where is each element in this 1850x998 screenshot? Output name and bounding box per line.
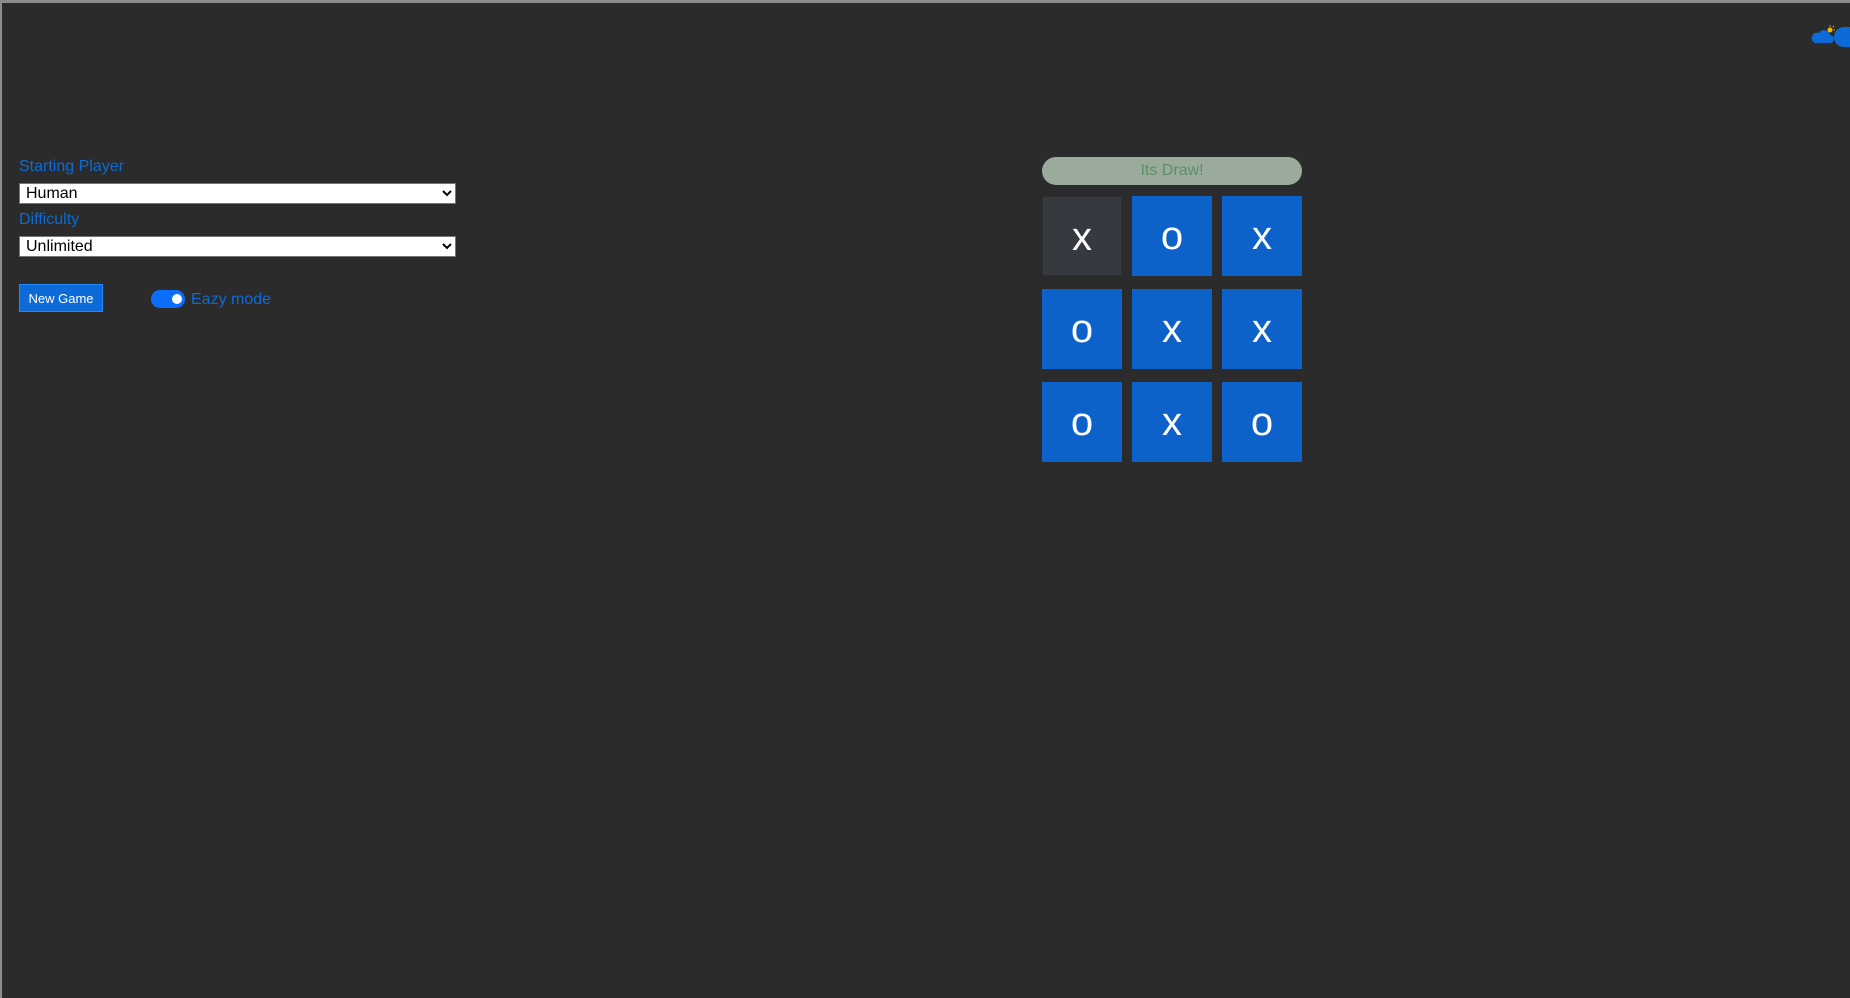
board-cell-0-0[interactable]: x [1042, 196, 1122, 276]
board-cell-2-1[interactable]: x [1132, 382, 1212, 462]
settings-panel: Starting Player Human Difficulty Unlimit… [19, 157, 456, 314]
new-game-button[interactable]: New Game [19, 284, 103, 312]
board-cell-1-2[interactable]: x [1222, 289, 1302, 369]
app-window: Starting Player Human Difficulty Unlimit… [0, 0, 1850, 998]
theme-toggle[interactable] [1810, 25, 1850, 47]
board-cell-1-0[interactable]: o [1042, 289, 1122, 369]
starting-player-label: Starting Player [19, 158, 124, 175]
starting-player-select[interactable]: Human [19, 183, 456, 204]
easy-mode-toggle-knob [172, 294, 182, 304]
game-board: x o x o x x o x o [1042, 196, 1302, 464]
board-cell-0-1[interactable]: o [1132, 196, 1212, 276]
board-cell-0-2[interactable]: x [1222, 196, 1302, 276]
board-cell-2-2[interactable]: o [1222, 382, 1302, 462]
action-row: New Game Eazy mode [19, 284, 456, 314]
difficulty-label: Difficulty [19, 211, 80, 228]
theme-switch-track[interactable] [1834, 27, 1850, 47]
board-cell-1-1[interactable]: x [1132, 289, 1212, 369]
difficulty-select[interactable]: Unlimited [19, 236, 456, 257]
easy-mode-label: Eazy mode [191, 291, 272, 308]
board-cell-2-0[interactable]: o [1042, 382, 1122, 462]
game-status: Its Draw! [1042, 157, 1302, 185]
easy-mode-toggle[interactable] [151, 290, 185, 308]
